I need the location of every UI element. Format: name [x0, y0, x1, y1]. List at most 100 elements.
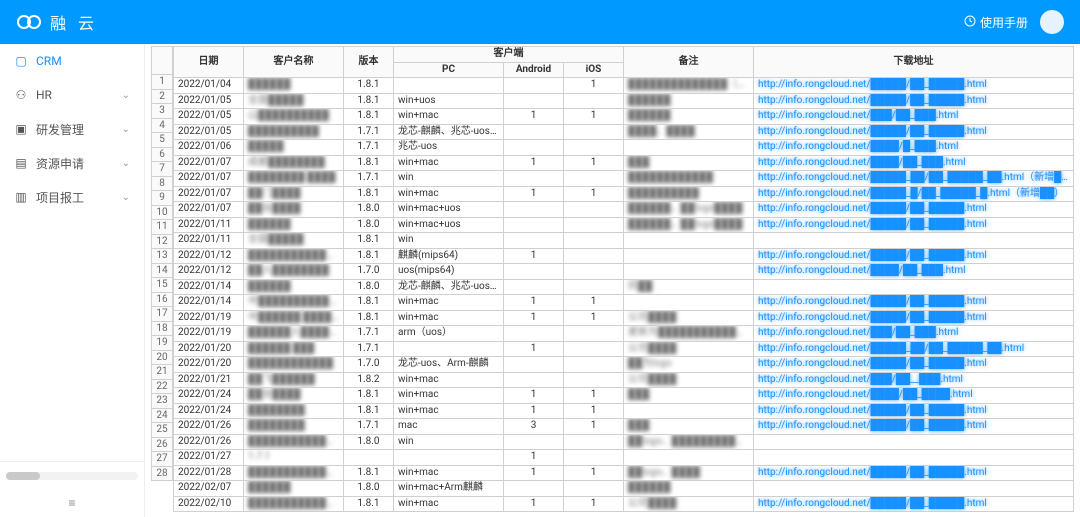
table-cell[interactable] [504, 264, 564, 280]
table-cell[interactable] [564, 140, 624, 156]
table-cell[interactable]: win+mac [394, 295, 504, 311]
table-cell[interactable] [394, 78, 504, 94]
col-version[interactable]: 版本 [344, 47, 394, 78]
table-cell[interactable] [564, 233, 624, 249]
table-cell[interactable]: 龙芯-麒麟、兆芯-uos、麒麟 [394, 124, 504, 140]
col-ios[interactable]: iOS [564, 62, 624, 78]
table-cell[interactable]: 1 [564, 419, 624, 435]
table-cell[interactable]: ████████ ████ [244, 171, 344, 187]
table-cell[interactable]: 1 [504, 186, 564, 202]
table-cell[interactable]: ██████，██logo████ [624, 217, 754, 233]
table-cell[interactable]: http://info.rongcloud.net/█████/██_█████… [754, 124, 1074, 140]
row-number[interactable]: 19 [151, 336, 173, 351]
table-cell[interactable]: 2022/01/24 [174, 388, 244, 404]
table-row[interactable]: 2022/01/12██人████████1.7.0uos(mips64)htt… [174, 264, 1074, 280]
table-row[interactable]: 2022/01/07██台████1.8.0win+mac+uos██████，… [174, 202, 1074, 218]
table-cell[interactable]: 1.8.1 [344, 295, 394, 311]
table-cell[interactable] [564, 372, 624, 388]
table-cell[interactable]: 2022/01/14 [174, 295, 244, 311]
table-row[interactable]: 2022/01/07成都████████1.8.1win+mac11███htt… [174, 155, 1074, 171]
table-cell[interactable]: ██████ [624, 93, 754, 109]
table-cell[interactable]: ██████ [244, 481, 344, 497]
table-row[interactable]: 2022/01/19██████人████████1.7.1arm（uos）更新… [174, 326, 1074, 342]
table-cell[interactable] [624, 295, 754, 311]
table-cell[interactable]: 1 [504, 403, 564, 419]
sidebar-item-0[interactable]: ▢CRM [0, 44, 144, 78]
table-cell[interactable]: http://info.rongcloud.net/████/██_███.ht… [754, 264, 1074, 280]
table-cell[interactable]: 1.8.1 [344, 496, 394, 512]
table-cell[interactable]: 1 [564, 496, 624, 512]
table-cell[interactable]: 公司████ [624, 310, 754, 326]
table-cell[interactable]: ██████ [244, 217, 344, 233]
table-cell[interactable]: 1 [564, 403, 624, 419]
sidebar-item-3[interactable]: ▤资源申请⌄ [0, 146, 144, 180]
table-row[interactable]: 2022/01/26████████1.7.1mac31███http://in… [174, 419, 1074, 435]
row-number[interactable]: 6 [151, 148, 173, 163]
row-number[interactable]: 1 [151, 75, 173, 90]
table-cell[interactable]: 1.8.1 [344, 109, 394, 125]
table-cell[interactable]: http://info.rongcloud.net/████/██_███.ht… [754, 155, 1074, 171]
table-cell[interactable]: ██████████████（█logo） [624, 78, 754, 94]
table-cell[interactable]: 1.7.0 [344, 264, 394, 280]
table-cell[interactable]: 中██████ ██████████ [244, 310, 344, 326]
table-cell[interactable]: 1.8.1 [344, 403, 394, 419]
table-cell[interactable]: 2022/01/24 [174, 403, 244, 419]
table-cell[interactable]: 兆芯-uos [394, 140, 504, 156]
row-number[interactable]: 23 [151, 394, 173, 409]
table-cell[interactable] [624, 140, 754, 156]
table-cell[interactable] [564, 202, 624, 218]
table-cell[interactable]: 2022/01/05 [174, 93, 244, 109]
table-cell[interactable] [754, 434, 1074, 450]
table-cell[interactable]: 全国█████ [244, 233, 344, 249]
table-cell[interactable]: 1 [504, 248, 564, 264]
row-number[interactable]: 13 [151, 249, 173, 264]
table-cell[interactable]: ██████████████ [244, 496, 344, 512]
table-cell[interactable] [564, 326, 624, 342]
row-number[interactable]: 21 [151, 365, 173, 380]
table-cell[interactable]: 山██████████ [244, 109, 344, 125]
table-cell[interactable]: win+mac [394, 388, 504, 404]
table-cell[interactable]: ██████████ [624, 186, 754, 202]
table-cell[interactable] [504, 326, 564, 342]
table-cell[interactable]: ████████ [244, 419, 344, 435]
table-cell[interactable]: 中█████████████ [244, 295, 344, 311]
table-cell[interactable] [504, 93, 564, 109]
table-cell[interactable]: 2022/01/20 [174, 341, 244, 357]
table-cell[interactable]: http://info.rongcloud.net/███/██__███.ht… [754, 372, 1074, 388]
table-cell[interactable] [564, 357, 624, 373]
table-cell[interactable]: █████ [244, 140, 344, 156]
table-cell[interactable] [504, 140, 564, 156]
sidebar-item-1[interactable]: ⚇HR⌄ [0, 78, 144, 112]
table-cell[interactable]: uos(mips64) [394, 264, 504, 280]
table-cell[interactable]: ██为logo [624, 357, 754, 373]
sidebar-scrollbar[interactable] [6, 472, 138, 480]
table-cell[interactable] [564, 279, 624, 295]
table-cell[interactable]: ██████ [624, 109, 754, 125]
table-cell[interactable] [624, 450, 754, 466]
table-cell[interactable]: 更新为███████████████ [624, 326, 754, 342]
table-cell[interactable]: win+mac [394, 109, 504, 125]
table-cell[interactable]: ████、████ [624, 124, 754, 140]
table-cell[interactable]: 2022/01/06 [174, 140, 244, 156]
table-cell[interactable]: http://info.rongcloud.net/█████/██_█████… [754, 310, 1074, 326]
table-cell[interactable]: 1 [504, 155, 564, 171]
table-cell[interactable] [624, 233, 754, 249]
table-cell[interactable]: http://info.rongcloud.net/█████/██_█████… [754, 295, 1074, 311]
table-cell[interactable]: ██台████ [244, 202, 344, 218]
table-cell[interactable] [564, 341, 624, 357]
col-url[interactable]: 下载地址 [754, 47, 1074, 78]
row-number[interactable]: 3 [151, 104, 173, 119]
col-customer[interactable]: 客户名称 [244, 47, 344, 78]
table-cell[interactable] [504, 124, 564, 140]
table-cell[interactable]: ███ [624, 419, 754, 435]
table-row[interactable]: 2022/01/20████████████1.7.0龙芯-uos、Arm-麒麟… [174, 357, 1074, 373]
table-cell[interactable] [504, 357, 564, 373]
table-row[interactable]: 2022/01/06█████1.7.1兆芯-uoshttp://info.ro… [174, 140, 1074, 156]
table-cell[interactable]: ██logo、██████████████ [624, 434, 754, 450]
row-number[interactable]: 20 [151, 351, 173, 366]
table-cell[interactable]: 1.8.1 [344, 465, 394, 481]
table-cell[interactable] [754, 481, 1074, 497]
table-cell[interactable]: mac [394, 419, 504, 435]
table-cell[interactable] [504, 434, 564, 450]
table-cell[interactable]: 1.8.2 [344, 372, 394, 388]
